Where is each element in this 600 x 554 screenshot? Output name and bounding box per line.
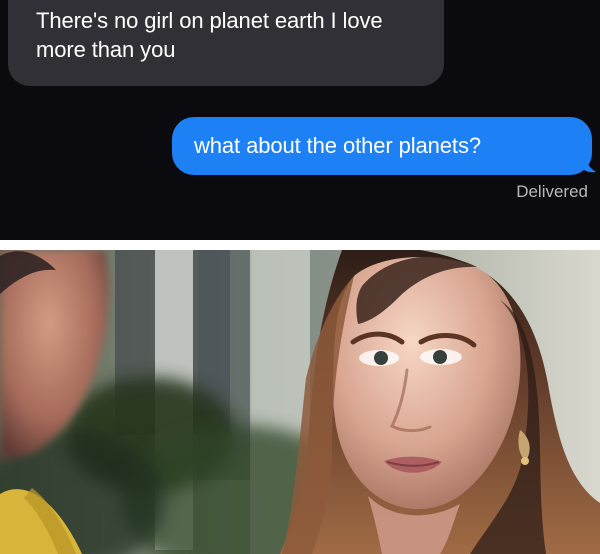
message-tail-icon <box>582 151 596 173</box>
woman-reaction-image <box>0 250 600 554</box>
chat-screenshot: There's no girl on planet earth I love m… <box>0 0 600 240</box>
panel-divider <box>0 240 600 250</box>
reaction-photo <box>0 250 600 554</box>
incoming-message-bubble: There's no girl on planet earth I love m… <box>8 0 444 86</box>
incoming-message-text: There's no girl on planet earth I love m… <box>36 8 383 62</box>
outgoing-message-bubble: what about the other planets? <box>172 117 592 175</box>
outgoing-message-text: what about the other planets? <box>194 133 481 158</box>
delivery-status: Delivered <box>516 182 588 201</box>
